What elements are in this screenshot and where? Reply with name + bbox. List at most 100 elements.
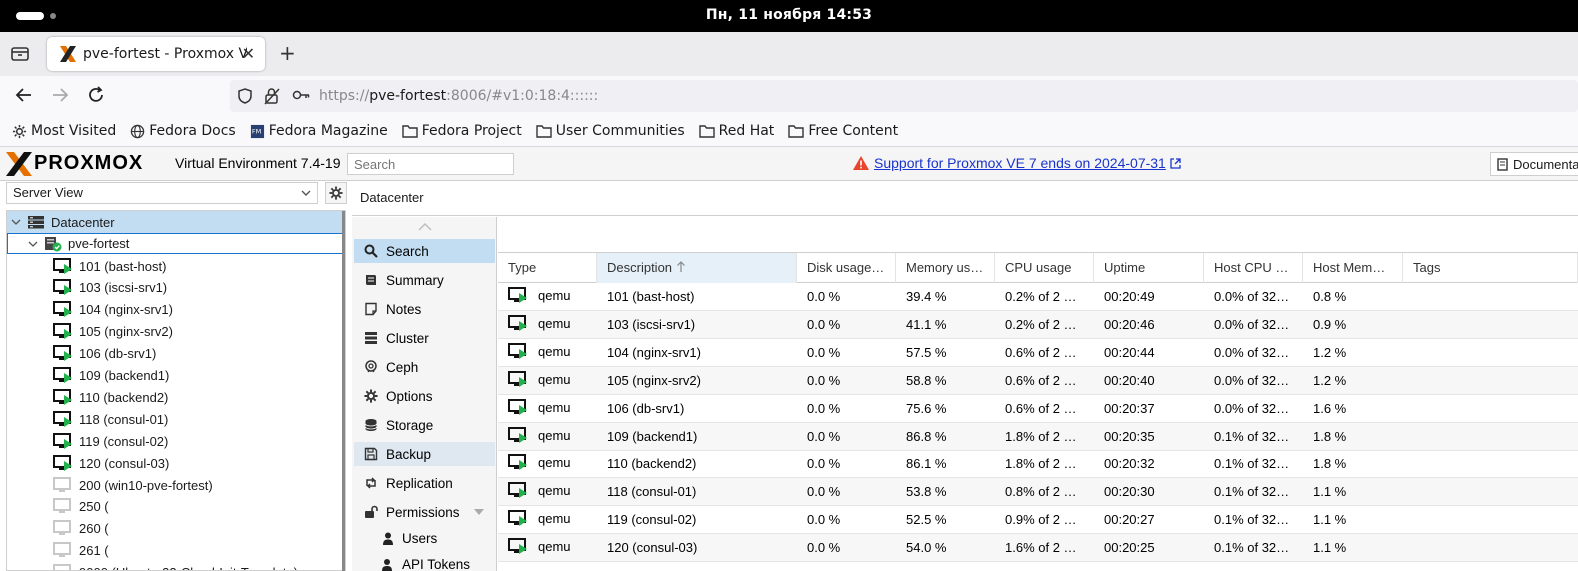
chevron-down-icon [28,241,38,247]
cell-host-memory: 1.2 % [1313,344,1347,360]
menu-label: Options [386,388,433,404]
active-tab[interactable]: pve-fortest - Proxmox Vi ✕ [47,37,265,71]
table-row[interactable]: qemu 118 (consul-01) 0.0 % 53.8 % 0.8% of 2 … [498,478,1578,507]
vm-running-icon [508,510,527,527]
menu-item-cluster[interactable]: Cluster [354,326,495,350]
table-row[interactable]: qemu 106 (db-srv1) 0.0 % 75.6 % 0.6% of 2 … 0… [498,395,1578,423]
tree-node-vm[interactable]: 120 (consul-03) [7,452,345,474]
column-header-tags[interactable]: Tags [1403,253,1578,283]
cell-description: 104 (nginx-srv1) [607,344,701,360]
cell-memory-usage: 57.5 % [906,344,947,360]
column-header-host-memory[interactable]: Host Mem… [1303,253,1403,283]
table-row[interactable]: qemu 110 (backend2) 0.0 % 86.1 % 1.8% of 2 …… [498,450,1578,479]
table-row[interactable]: qemu 119 (consul-02) 0.0 % 52.5 % 0.9% of 2 … [498,506,1578,535]
cell-cpu-usage: 0.8% of 2 … [1005,484,1077,500]
tree-node-vm[interactable]: 200 (win10-pve-fortest) [7,474,345,496]
bookmark-fedora-magazine[interactable]: FM Fedora Magazine [250,123,388,139]
tree-node-vm[interactable]: 105 (nginx-srv2) [7,321,345,343]
menu-item-users[interactable]: Users [354,526,495,550]
folder-icon [536,125,552,138]
documentation-button[interactable]: Documentation [1490,152,1578,176]
menu-label: Summary [386,272,444,288]
tree-node-vm[interactable]: 250 ( [7,496,345,518]
note-icon [365,302,377,316]
cell-description: 103 (iscsi-srv1) [607,316,696,332]
cell-uptime: 00:20:40 [1104,372,1155,388]
bookmark-user-communities[interactable]: User Communities [536,123,685,139]
table-row[interactable]: qemu 103 (iscsi-srv1) 0.0 % 41.1 % 0.2% of 2… [498,310,1578,339]
tree-node-vm[interactable]: 118 (consul-01) [7,408,345,430]
url-text[interactable]: https://pve-fortest:8006/#v1:0:18:4:::::… [319,88,598,104]
resource-grid: Type Description Disk usage… Memory us… CPU … [498,253,1578,571]
tree-node-vm[interactable]: 101 (bast-host) [7,255,345,277]
chevron-down-icon [11,219,21,225]
tree-node-vm[interactable]: 109 (backend1) [7,365,345,387]
vm-running-icon [53,432,72,449]
key-icon[interactable] [292,88,310,106]
reload-icon[interactable] [86,85,106,109]
bookmark-free-content[interactable]: Free Content [788,123,898,139]
tree-settings-button[interactable] [325,182,347,204]
tree-node-vm[interactable]: 119 (consul-02) [7,430,345,452]
cell-uptime: 00:20:25 [1104,540,1155,556]
column-header-cpu-usage[interactable]: CPU usage [995,253,1094,283]
tree-node-datacenter[interactable]: Datacenter [7,211,345,233]
bookmark-red-hat[interactable]: Red Hat [698,123,774,139]
menu-item-api-tokens[interactable]: API Tokens [354,552,495,571]
shield-icon[interactable] [237,88,253,108]
tree-node-vm[interactable]: 110 (backend2) [7,386,345,408]
vm-running-icon [53,454,72,471]
table-row[interactable]: qemu 101 (bast-host) 0.0 % 39.4 % 0.2% of 2 … [498,283,1578,311]
system-clock[interactable]: Пн, 11 ноября 14:53 [0,7,1578,23]
tree-node-vm[interactable]: 106 (db-srv1) [7,343,345,365]
tree-node-vm[interactable]: 260 ( [7,518,345,540]
table-row[interactable]: qemu 104 (nginx-srv1) 0.0 % 57.5 % 0.6% of 2… [498,339,1578,367]
chevron-up-icon[interactable] [418,223,432,231]
bookmark-fedora-project[interactable]: Fedora Project [402,123,522,139]
column-header-uptime[interactable]: Uptime [1094,253,1204,283]
cell-host-memory: 1.1 % [1313,512,1347,528]
caret-down-icon[interactable] [474,509,484,515]
table-row[interactable]: qemu 120 (consul-03) 0.0 % 54.0 % 1.6% of 2 … [498,534,1578,563]
cell-host-memory: 1.8 % [1313,456,1347,472]
resource-search-input[interactable] [347,153,514,175]
column-header-disk-usage[interactable]: Disk usage… [797,253,896,283]
bookmark-fedora-docs[interactable]: Fedora Docs [130,123,236,139]
back-arrow-icon[interactable] [14,85,34,109]
server-icon [365,332,377,344]
bookmark-most-visited[interactable]: Most Visited [12,123,116,139]
forward-arrow-icon[interactable] [50,85,70,109]
tree-node-pve-fortest[interactable]: pve-fortest [7,233,345,254]
menu-item-search[interactable]: Search [354,239,495,263]
vm-running-icon [508,454,527,471]
menu-item-ceph[interactable]: Ceph [354,355,495,379]
insecure-lock-icon[interactable] [264,87,280,109]
table-row[interactable]: qemu 109 (backend1) 0.0 % 86.8 % 1.8% of 2 …… [498,422,1578,451]
tree-node-vm[interactable]: 9000 (Ubuntu-22-Cloud-Init-Template) [7,562,345,570]
menu-item-storage[interactable]: Storage [354,413,495,437]
cell-host-memory: 1.6 % [1313,400,1347,416]
tab-overview-icon[interactable] [11,45,29,65]
menu-item-replication[interactable]: Replication [354,471,495,495]
cell-text: qemu [538,315,571,331]
tree-scrollbar[interactable] [342,211,345,571]
table-row[interactable]: qemu 105 (nginx-srv2) 0.0 % 58.8 % 0.6% of 2… [498,366,1578,395]
tree-node-vm[interactable]: 261 ( [7,540,345,562]
menu-item-options[interactable]: Options [354,384,495,408]
column-header-type[interactable]: Type [498,253,597,283]
tree-node-vm[interactable]: 104 (nginx-srv1) [7,299,345,321]
column-header-memory-usage[interactable]: Memory us… [896,253,995,283]
column-header-host-cpu[interactable]: Host CPU … [1204,253,1303,283]
menu-item-permissions[interactable]: Permissions [354,500,495,524]
tree-node-vm[interactable]: 103 (iscsi-srv1) [7,277,345,299]
menu-item-backup[interactable]: Backup [354,442,495,466]
menu-item-notes[interactable]: Notes [354,297,495,321]
close-tab-icon[interactable]: ✕ [242,44,255,63]
new-tab-icon[interactable]: + [279,41,296,65]
support-link[interactable]: Support for Proxmox VE 7 ends on 2024-07… [874,155,1166,171]
menu-item-summary[interactable]: Summary [354,268,495,292]
view-selector[interactable]: Server View [6,182,318,204]
column-header-description[interactable]: Description [597,253,797,283]
tab-title: pve-fortest - Proxmox Vi [83,46,247,62]
vm-running-icon [508,370,527,387]
